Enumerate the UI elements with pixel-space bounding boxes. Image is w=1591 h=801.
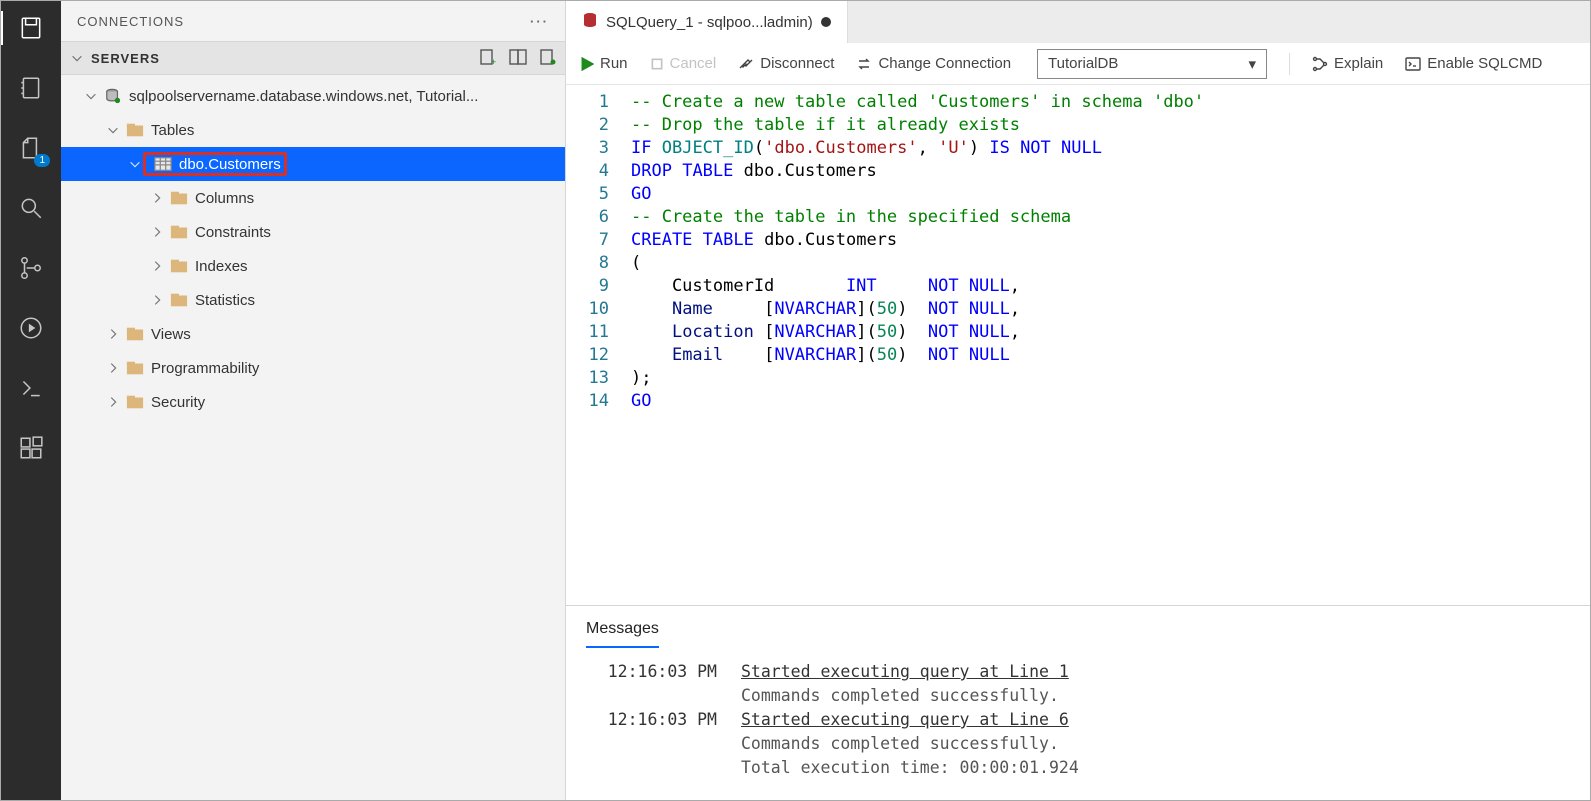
programmability-label: Programmability [151,360,259,377]
views-node[interactable]: Views [61,317,565,351]
msg-time: 12:16:03 PM [586,708,741,732]
messages-tab[interactable]: Messages [586,620,659,648]
security-label: Security [151,394,205,411]
new-connection-icon[interactable]: + [479,48,497,69]
folder-icon [169,291,189,309]
terminal-nav-icon[interactable] [14,371,48,405]
table-icon [153,155,173,173]
highlight-box: dbo.Customers [143,152,287,176]
database-select[interactable]: TutorialDB ▾ [1037,49,1267,79]
run-debug-icon[interactable] [14,311,48,345]
chevron-right-icon [149,292,165,308]
svg-text:+: + [491,57,496,66]
connections-sidebar: CONNECTIONS ··· SERVERS + sqlpoolservern… [61,1,566,800]
views-label: Views [151,326,191,343]
editor-area: SQLQuery_1 - sqlpoo...ladmin) Run Cancel… [566,1,1590,800]
columns-node[interactable]: Columns [61,181,565,215]
more-icon[interactable]: ··· [530,14,549,29]
chevron-right-icon [149,258,165,274]
unsaved-indicator-icon [821,17,831,27]
chevron-down-icon [127,156,143,172]
msg-line: Started executing query at Line 6 [741,710,1069,729]
server-icon [103,87,123,105]
servers-header[interactable]: SERVERS + [61,41,565,75]
indexes-node[interactable]: Indexes [61,249,565,283]
indexes-label: Indexes [195,258,248,275]
extensions-icon[interactable] [14,431,48,465]
line-gutter: 1234567891011121314 [566,91,621,605]
sql-query-tab[interactable]: SQLQuery_1 - sqlpoo...ladmin) [566,1,848,43]
sidebar-title-row: CONNECTIONS ··· [61,1,565,41]
explorer-icon[interactable]: 1 [14,131,48,165]
database-icon [582,12,598,32]
code-editor[interactable]: 1234567891011121314 -- Create a new tabl… [566,85,1590,605]
enable-sqlcmd-button[interactable]: Enable SQLCMD [1405,55,1542,72]
folder-icon [169,223,189,241]
new-query-icon[interactable] [539,48,557,69]
dbo-customers-node[interactable]: dbo.Customers [61,147,565,181]
chevron-down-icon [83,88,99,104]
chevron-down-icon: ▾ [1249,55,1257,73]
new-group-icon[interactable] [509,48,527,69]
messages-panel: Messages 12:16:03 PMStarted executing qu… [566,605,1590,800]
chevron-right-icon [105,326,121,342]
folder-icon [125,359,145,377]
dbo-customers-label: dbo.Customers [179,156,281,173]
object-explorer-tree: sqlpoolservername.database.windows.net, … [61,75,565,800]
msg-line: Commands completed successfully. [741,684,1059,708]
chevron-right-icon [149,190,165,206]
explorer-badge: 1 [34,154,50,167]
folder-icon [125,393,145,411]
tab-title: SQLQuery_1 - sqlpoo...ladmin) [606,14,813,31]
explain-button[interactable]: Explain [1312,55,1383,72]
statistics-node[interactable]: Statistics [61,283,565,317]
chevron-right-icon [149,224,165,240]
chevron-right-icon [105,394,121,410]
folder-icon [125,325,145,343]
connections-icon[interactable] [14,11,48,45]
msg-line: Total execution time: 00:00:01.924 [741,756,1079,780]
programmability-node[interactable]: Programmability [61,351,565,385]
query-toolbar: Run Cancel Disconnect Change Connection … [566,43,1590,85]
folder-icon [125,121,145,139]
server-node[interactable]: sqlpoolservername.database.windows.net, … [61,79,565,113]
chevron-right-icon [105,360,121,376]
chevron-down-icon [69,50,85,66]
change-connection-button[interactable]: Change Connection [856,55,1011,72]
sidebar-title: CONNECTIONS [77,14,184,29]
source-control-icon[interactable] [14,251,48,285]
db-select-value: TutorialDB [1048,55,1118,72]
run-button[interactable]: Run [580,55,628,72]
tables-label: Tables [151,122,194,139]
msg-time: 12:16:03 PM [586,660,741,684]
cancel-button[interactable]: Cancel [650,55,717,72]
activity-bar: 1 [1,1,61,800]
statistics-label: Statistics [195,292,255,309]
notebook-icon[interactable] [14,71,48,105]
tables-node[interactable]: Tables [61,113,565,147]
folder-icon [169,257,189,275]
disconnect-button[interactable]: Disconnect [738,55,834,72]
chevron-down-icon [105,122,121,138]
code-content[interactable]: -- Create a new table called 'Customers'… [621,91,1590,605]
msg-line: Commands completed successfully. [741,732,1059,756]
columns-label: Columns [195,190,254,207]
constraints-label: Constraints [195,224,271,241]
servers-label: SERVERS [91,51,479,66]
editor-tabs: SQLQuery_1 - sqlpoo...ladmin) [566,1,1590,43]
msg-line: Started executing query at Line 1 [741,662,1069,681]
search-icon[interactable] [14,191,48,225]
constraints-node[interactable]: Constraints [61,215,565,249]
server-label: sqlpoolservername.database.windows.net, … [129,88,478,105]
folder-icon [169,189,189,207]
messages-body: 12:16:03 PMStarted executing query at Li… [586,660,1570,780]
security-node[interactable]: Security [61,385,565,419]
